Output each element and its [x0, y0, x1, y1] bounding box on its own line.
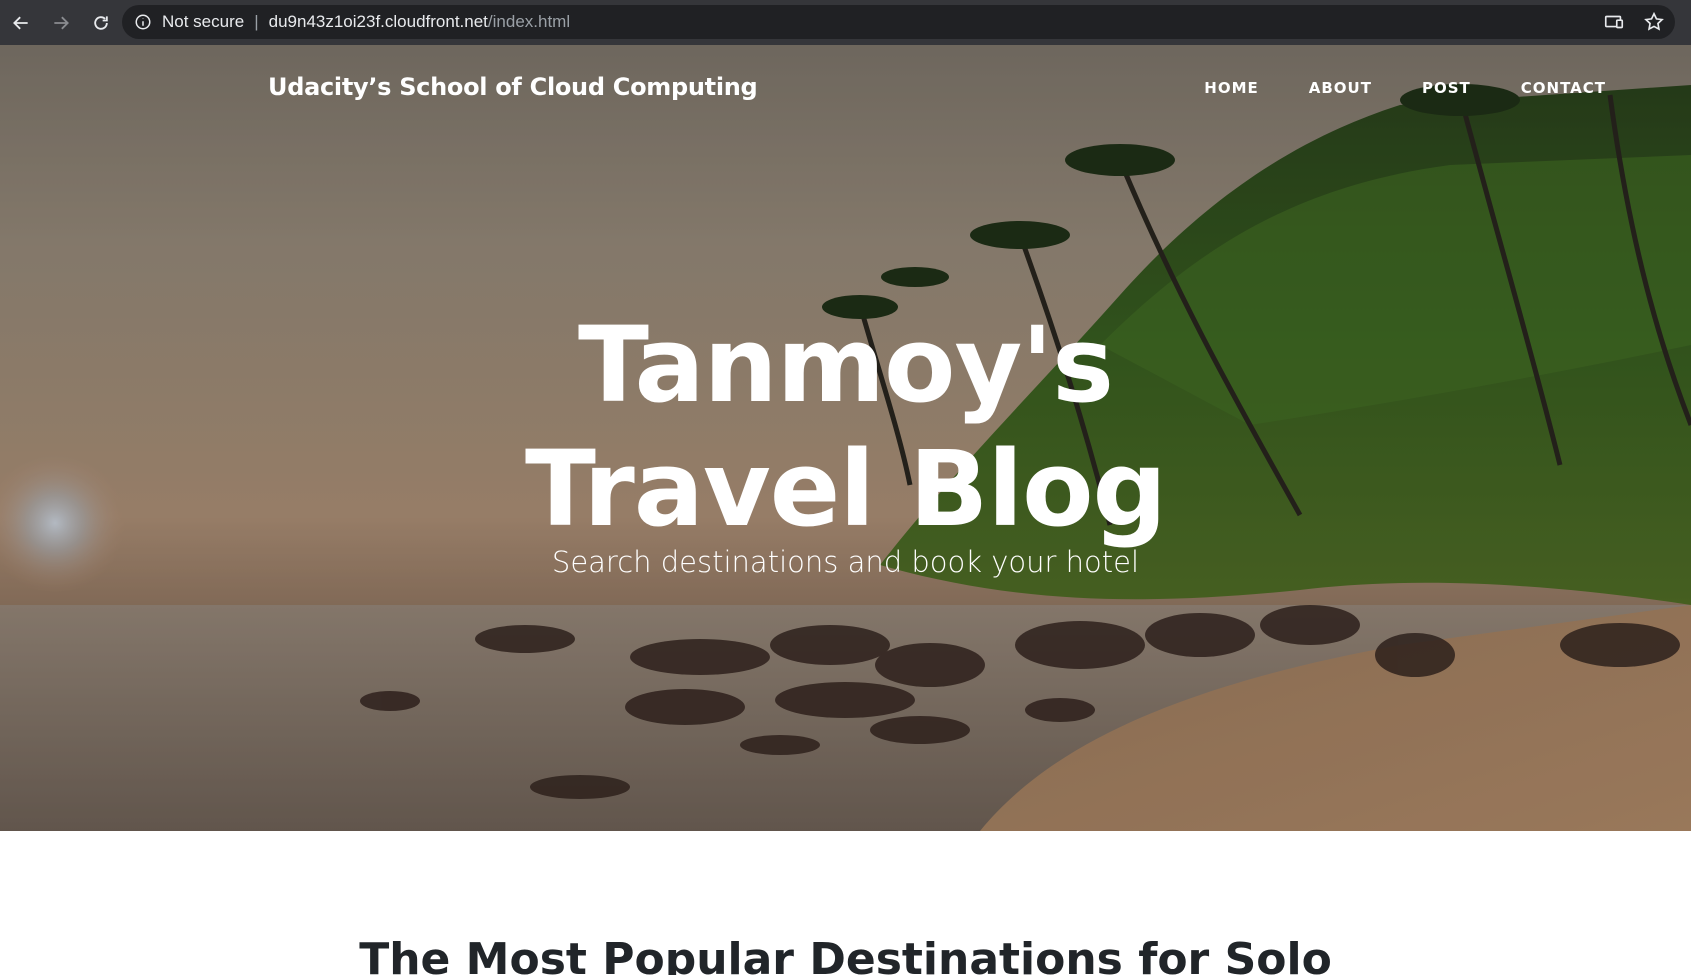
url-host[interactable]: du9n43z1oi23f.cloudfront.net	[269, 12, 488, 32]
nav-about-link[interactable]: ABOUT	[1309, 79, 1372, 97]
browser-toolbar: Not secure | du9n43z1oi23f.cloudfront.ne…	[0, 0, 1691, 45]
reload-button[interactable]	[82, 4, 120, 42]
address-bar[interactable]: Not secure | du9n43z1oi23f.cloudfront.ne…	[122, 5, 1675, 39]
star-icon[interactable]	[1643, 11, 1665, 38]
back-icon	[13, 16, 28, 29]
forward-button[interactable]	[42, 4, 80, 42]
url-separator: |	[254, 12, 259, 31]
nav-contact-link[interactable]: CONTACT	[1521, 79, 1606, 97]
hero-subtitle: Search destinations and book your hotel	[551, 545, 1140, 579]
url-path[interactable]: /index.html	[488, 12, 570, 32]
nav-home-link[interactable]: HOME	[1204, 79, 1258, 97]
forward-icon	[54, 16, 69, 29]
security-label[interactable]: Not secure	[162, 12, 244, 32]
hero-title: Tanmoy's Travel Blog	[0, 303, 1691, 551]
hero-title-text: Tanmoy's Travel Blog	[525, 304, 1167, 550]
site-brand-link[interactable]: Udacity’s School of Cloud Computing	[268, 73, 758, 101]
info-icon[interactable]	[134, 13, 152, 31]
hero-section: Udacity’s School of Cloud Computing HOME…	[0, 45, 1691, 831]
main-nav: HOME ABOUT POST CONTACT	[1204, 79, 1606, 97]
nav-post-link[interactable]: POST	[1422, 79, 1471, 97]
back-button[interactable]	[2, 4, 40, 42]
reload-icon	[94, 15, 108, 30]
post-heading-link[interactable]: The Most Popular Destinations for Solo	[0, 934, 1691, 975]
main-content: The Most Popular Destinations for Solo	[0, 831, 1691, 975]
cast-icon[interactable]	[1603, 11, 1625, 38]
